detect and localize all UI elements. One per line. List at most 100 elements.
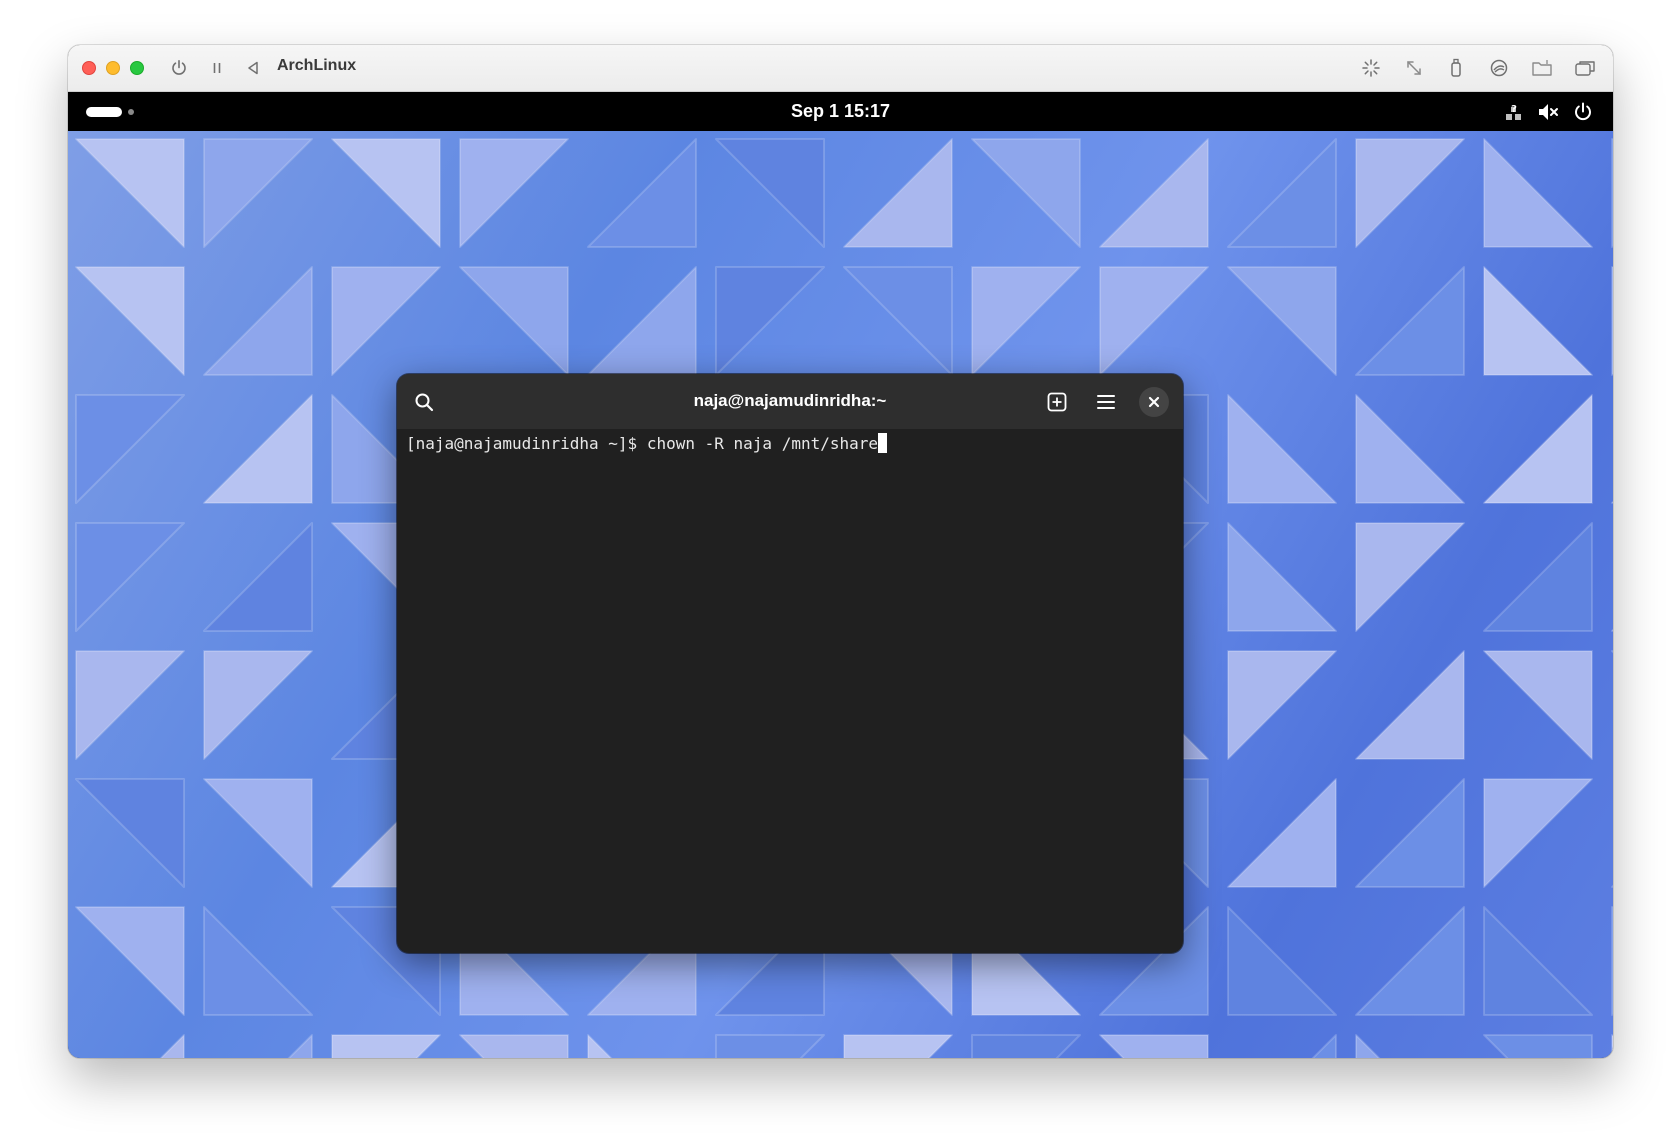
wallpaper-tile [75,138,185,248]
network-unknown-icon[interactable]: ? [1503,101,1525,123]
wallpaper-tile [843,266,953,376]
minimize-window-button[interactable] [106,61,120,75]
wallpaper-tile [331,1034,441,1058]
wallpaper-tile [1355,522,1465,632]
wallpaper-tile [75,906,185,1016]
gnome-top-bar: Sep 1 15:17 ? [68,92,1613,131]
wallpaper-tile [75,778,185,888]
power-icon[interactable] [167,56,191,80]
wallpaper-tile [1483,1034,1593,1058]
wallpaper-tile [715,1034,825,1058]
wallpaper-tile [971,1034,1081,1058]
wallpaper-tile [1227,522,1337,632]
text-cursor [878,433,888,453]
usb-icon[interactable] [1444,56,1468,80]
wallpaper-tile [1355,778,1465,888]
menu-icon[interactable] [1091,387,1121,417]
vm-titlebar: ArchLinux [68,45,1613,92]
shell-prompt: [naja@najamudinridha ~]$ [406,434,647,453]
wallpaper-tile [1483,778,1593,888]
volume-muted-icon[interactable] [1537,101,1559,123]
command-text: chown -R naja /mnt/share [646,434,879,453]
wallpaper-tile [1311,1034,1337,1058]
svg-text:?: ? [1511,104,1517,115]
wallpaper-tile [203,266,313,376]
wallpaper-tile [1227,266,1337,376]
wallpaper-tile [1483,650,1593,760]
desktop-wallpaper: naja@najamudinridha:~ [naja@najamudinrid… [68,131,1613,1058]
wallpaper-tile [843,138,953,248]
wallpaper-tile [971,138,1081,248]
wallpaper-tile [1611,1034,1613,1058]
wallpaper-tile [1355,394,1465,504]
wallpaper-tile [843,1034,953,1058]
resize-icon[interactable] [1402,56,1426,80]
wallpaper-tile [1611,628,1613,632]
wallpaper-tile [1227,778,1337,888]
wallpaper-tile [1483,906,1593,1016]
wallpaper-tile [1611,884,1613,888]
wallpaper-tile [75,522,185,632]
wallpaper-tile [1611,906,1613,1016]
wallpaper-tile [459,266,569,376]
shared-folder-icon[interactable] [1530,56,1554,80]
wallpaper-tile [1355,138,1465,248]
wallpaper-tile [75,266,185,376]
wallpaper-tile [1483,266,1593,376]
wallpaper-tile [587,138,697,248]
wallpaper-tile [1355,906,1465,1016]
wallpaper-tile [587,1034,613,1058]
wallpaper-tile [1355,1034,1381,1058]
close-icon[interactable] [1139,387,1169,417]
wallpaper-tile [1611,266,1613,376]
wallpaper-tile [159,1034,185,1058]
wallpaper-tile [459,1034,569,1058]
wallpaper-tile [331,266,441,376]
wallpaper-tile [75,650,185,760]
wallpaper-tile [971,266,1081,376]
wallpaper-tile [1611,138,1613,248]
wallpaper-tile [75,394,185,504]
wallpaper-tile [715,266,825,376]
network-icon[interactable] [1487,56,1511,80]
wallpaper-tile [1611,500,1613,504]
terminal-output[interactable]: [naja@najamudinridha ~]$ chown -R naja /… [406,429,1174,953]
new-tab-icon[interactable] [1042,387,1072,417]
power-menu-icon[interactable] [1572,101,1594,123]
wallpaper-tile [1227,650,1337,760]
wallpaper-tile [1227,906,1337,1016]
wallpaper-tile [203,778,313,888]
wallpaper-tile [715,138,825,248]
wallpaper-tile [331,138,441,248]
vm-title: ArchLinux [277,57,357,74]
wallpaper-tile [587,266,697,376]
close-window-button[interactable] [82,61,96,75]
windows-icon[interactable] [1573,56,1597,80]
zoom-window-button[interactable] [130,61,144,75]
wallpaper-tile [1099,138,1209,248]
wallpaper-tile [287,1034,313,1058]
terminal-window[interactable]: naja@najamudinridha:~ [naja@najamudinrid… [397,374,1183,953]
wallpaper-tile [203,906,313,1016]
brightness-icon[interactable] [1359,56,1383,80]
pause-icon[interactable] [205,56,229,80]
vm-window: ArchLinux Sep 1 15:17 ? naja@najamudinri… [68,45,1613,1058]
wallpaper-tile [1227,138,1337,248]
wallpaper-tile [1227,394,1337,504]
wallpaper-tile [1099,266,1209,376]
back-icon[interactable] [241,56,265,80]
wallpaper-tile [1483,394,1593,504]
wallpaper-tile [1355,650,1465,760]
wallpaper-tile [1099,1034,1209,1058]
wallpaper-tile [459,138,569,248]
wallpaper-tile [203,522,313,632]
wallpaper-tile [203,394,313,504]
wallpaper-tile [1355,266,1465,376]
wallpaper-tile [203,138,313,248]
terminal-header: naja@najamudinridha:~ [397,374,1183,429]
wallpaper-tile [1483,138,1593,248]
wallpaper-tile [203,650,313,760]
wallpaper-tile [1611,650,1613,654]
clock[interactable]: Sep 1 15:17 [68,101,1613,122]
wallpaper-tile [1483,522,1593,632]
